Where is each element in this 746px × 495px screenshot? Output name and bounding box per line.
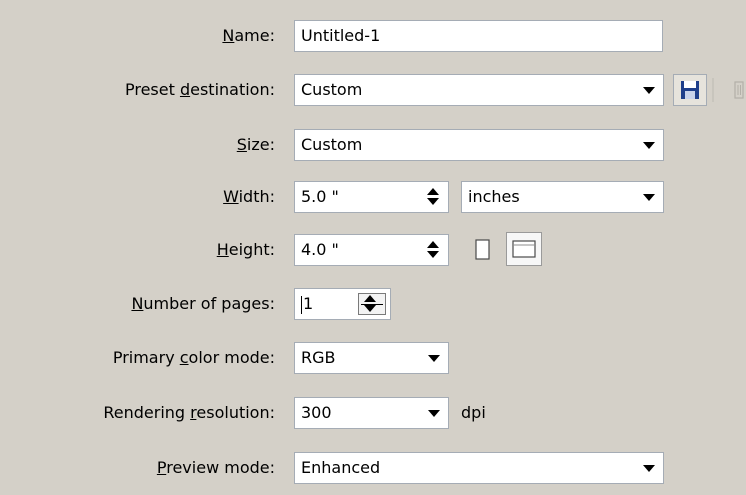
- primary-color-mode-label: Primary color mode:: [112, 348, 275, 367]
- landscape-icon: [512, 240, 536, 258]
- delete-preset-button[interactable]: [712, 74, 746, 106]
- size-select[interactable]: Custom: [294, 129, 664, 161]
- chevron-down-icon[interactable]: [421, 347, 445, 369]
- height-label: Height:: [216, 240, 275, 259]
- spin-arrows-icon[interactable]: [358, 293, 386, 315]
- primary-color-mode-select[interactable]: RGB: [294, 342, 449, 374]
- chevron-down-icon[interactable]: [636, 79, 660, 101]
- height-input[interactable]: 4.0 ": [294, 234, 449, 266]
- width-label: Width:: [223, 187, 275, 206]
- preset-destination-select[interactable]: Custom: [294, 74, 664, 106]
- preview-mode-select[interactable]: Enhanced: [294, 452, 664, 484]
- rendering-resolution-label: Rendering resolution:: [103, 403, 275, 422]
- resolution-unit: dpi: [461, 403, 486, 422]
- number-of-pages-label: Number of pages:: [131, 294, 275, 313]
- landscape-button[interactable]: [506, 232, 542, 266]
- portrait-button[interactable]: [473, 238, 493, 262]
- delete-icon: [712, 78, 744, 102]
- save-preset-button[interactable]: [673, 74, 707, 106]
- rendering-resolution-select[interactable]: 300: [294, 397, 449, 429]
- spin-arrows-icon[interactable]: [422, 186, 444, 208]
- size-label: Size:: [236, 135, 275, 154]
- name-label: Name:: [222, 26, 275, 45]
- spin-arrows-icon[interactable]: [422, 239, 444, 261]
- preset-destination-label: Preset destination:: [124, 80, 275, 99]
- chevron-down-icon[interactable]: [421, 402, 445, 424]
- chevron-down-icon[interactable]: [636, 457, 660, 479]
- portrait-icon: [475, 239, 490, 260]
- text-cursor: [301, 295, 302, 314]
- save-icon: [681, 81, 699, 99]
- width-unit-select[interactable]: inches: [461, 181, 664, 213]
- preview-mode-label: Preview mode:: [156, 458, 275, 477]
- width-input[interactable]: 5.0 ": [294, 181, 449, 213]
- chevron-down-icon[interactable]: [636, 134, 660, 156]
- number-of-pages-input[interactable]: 1: [294, 288, 391, 320]
- name-input[interactable]: Untitled-1: [294, 20, 663, 52]
- chevron-down-icon[interactable]: [636, 186, 660, 208]
